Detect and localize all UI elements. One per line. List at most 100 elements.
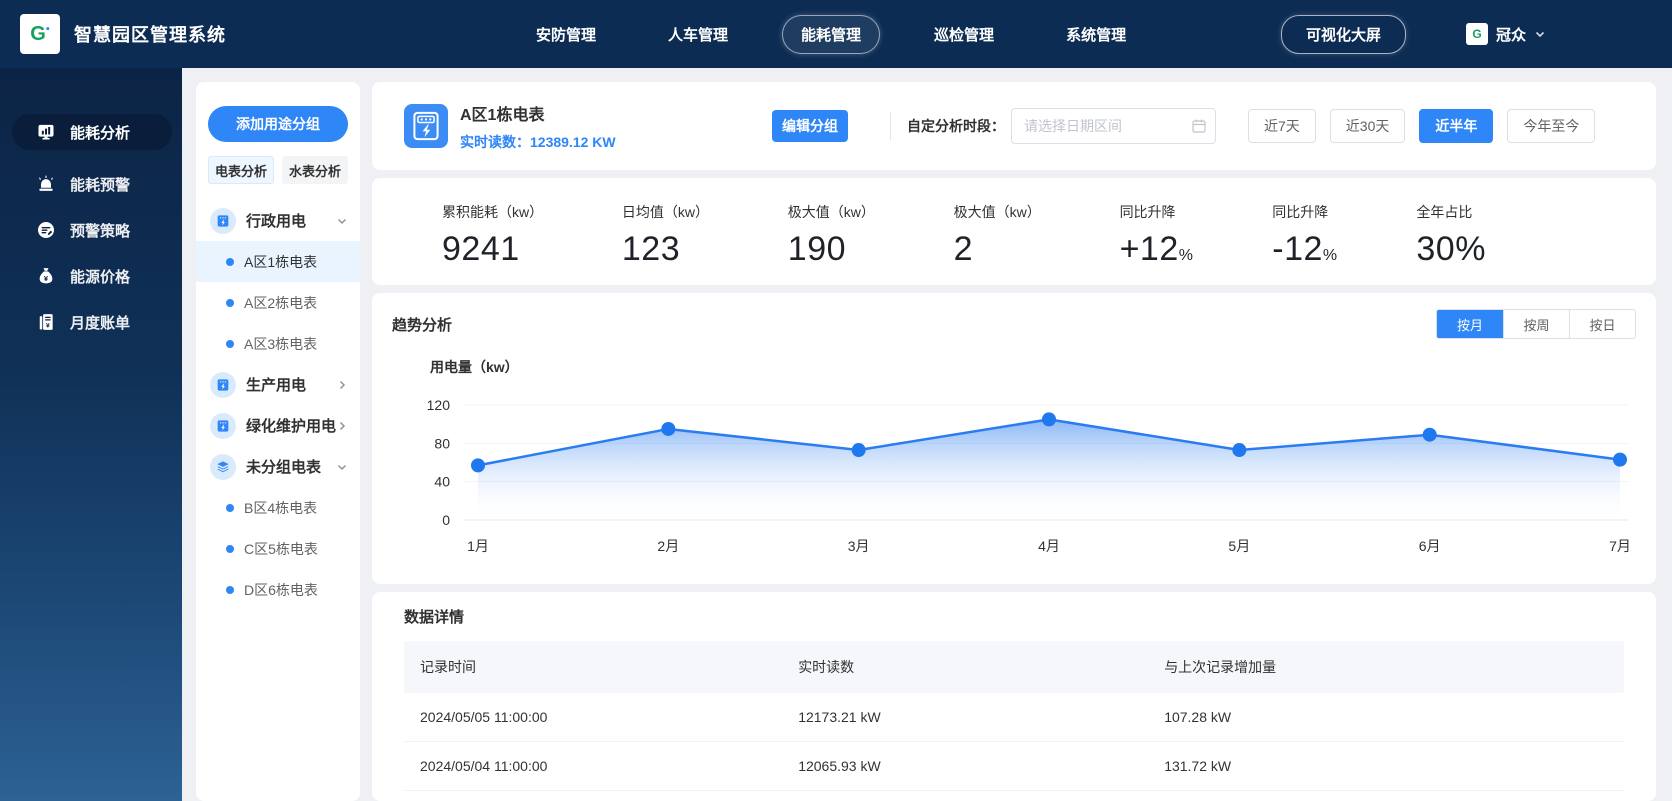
range-buttons: 近7天 近30天 近半年 今年至今 [1248,109,1596,143]
top-nav-item[interactable]: 能耗管理 [782,14,881,54]
meter-item[interactable]: D区6栋电表 [196,569,360,610]
panel-tab[interactable]: 电表分析 [208,156,274,184]
table-row: 2024/05/05 11:00:00 12173.21 kW 107.28 kW [404,693,1624,742]
trend-tab[interactable]: 按月 [1437,310,1503,338]
top-nav-item[interactable]: 安防管理 [518,16,614,53]
date-range-input[interactable] [1011,108,1216,144]
stat-item: 极大值（kw） 190 [788,202,875,269]
svg-text:5月: 5月 [1228,538,1250,554]
stat-label: 同比升降 [1272,204,1329,220]
meter-panel: 添加用途分组 电表分析 水表分析 行政用电 A区1栋电表 A区2栋电表 A区3栋电表 生产… [196,82,360,801]
meter-reading: 实时读数：12389.12 KW [460,132,710,152]
table-cell: 107.28 kW [1164,709,1232,725]
meter-item[interactable]: A区2栋电表 [196,282,360,323]
range-button[interactable]: 近7天 [1248,109,1316,143]
sidebar-item[interactable]: 能耗预警 [0,166,182,202]
meter-item[interactable]: C区5栋电表 [196,528,360,569]
range-button[interactable]: 今年至今 [1507,109,1596,143]
trend-card: 趋势分析 按月 按周 按日 用电量（kw） 0 40 80 120 1月 2月 3月 4月 5月 6月… [372,293,1656,584]
meter-tree: 行政用电 A区1栋电表 A区2栋电表 A区3栋电表 生产用电绿化维护用电 未分组电表 B区4… [196,200,360,610]
meter-group[interactable]: 生产用电 [196,364,360,405]
data-point[interactable] [851,443,866,458]
stats-card: 累积能耗（kw） 9241 日均值（kw） 123 极大值（kw） 190 极大值（kw） 2… [372,178,1656,285]
chevron-down-icon [1534,28,1546,40]
data-point[interactable] [661,421,676,436]
stat-item: 累积能耗（kw） 9241 [442,202,543,269]
trend-chart: 0 40 80 120 1月 2月 3月 4月 5月 6月 7月 [427,397,1631,554]
table-cell: 131.72 kW [1164,758,1232,774]
stat-label: 日均值（kw） [621,204,710,220]
table-cell: 12065.93 kW [798,758,881,774]
meter-header-card: A区1栋电表 实时读数：12389.12 KW 编辑分组 自定分析时段： 近7天… [372,82,1656,170]
user-menu[interactable]: G 冠众 [1465,23,1546,45]
range-button[interactable]: 近30天 [1329,109,1406,143]
dot-icon [226,503,234,512]
sidebar-item[interactable]: 预警策略 [0,212,182,248]
meter-group[interactable]: 行政用电 [196,200,360,241]
strategy-icon [36,220,56,240]
table-cell: 2024/05/05 11:00:00 [420,709,548,725]
svg-text:3月: 3月 [848,538,870,554]
table-header-cell: 记录时间 [420,659,476,675]
edit-group-button[interactable]: 编辑分组 [772,110,848,142]
avatar: G [1465,23,1488,45]
meter-item[interactable]: A区1栋电表 [196,241,360,282]
meter-item-label: A区3栋电表 [244,335,318,352]
meter-item[interactable]: A区3栋电表 [196,323,360,364]
meter-group[interactable]: 未分组电表 [196,446,360,487]
svg-text:2月: 2月 [657,538,679,554]
sidebar-item-label: 能耗分析 [70,124,131,142]
trend-tabs: 按月 按周 按日 [1436,309,1636,339]
sidebar: 能耗分析能耗预警预警策略 ¥ 能源价格 ¥ 月度账单 [0,68,182,801]
svg-text:80: 80 [434,435,450,451]
top-nav-item[interactable]: 人车管理 [650,16,746,53]
meter-group-label: 生产用电 [246,377,307,394]
chart-y-axis-label: 用电量（kw） [430,359,519,375]
stat-label: 同比升降 [1119,204,1176,220]
data-point[interactable] [1422,427,1437,442]
stat-label: 极大值（kw） [953,204,1041,220]
user-name: 冠众 [1495,26,1526,44]
data-point[interactable] [1613,452,1627,467]
top-nav-item[interactable]: 巡检管理 [916,16,1012,53]
topbar-right: 可视化大屏 G 冠众 [1280,14,1672,54]
stat-suffix: % [1322,247,1338,264]
meter-item-label: A区2栋电表 [244,294,318,311]
panel-tab[interactable]: 水表分析 [282,156,348,184]
trend-tab[interactable]: 按周 [1503,310,1569,338]
meter-group-label: 未分组电表 [246,459,322,476]
stat-item: 同比升降 -12% [1272,202,1337,269]
price-icon: ¥ [36,266,56,286]
chevron-right-icon [336,379,348,391]
table-title: 数据详情 [404,609,465,626]
table-row: 2024/05/04 11:00:00 12065.93 kW 131.72 kW [404,742,1624,791]
data-point[interactable] [471,458,485,473]
meter-icon [210,371,236,398]
sidebar-item[interactable]: 能耗分析 [12,114,172,150]
range-button[interactable]: 近半年 [1419,109,1494,143]
dot-icon [226,257,234,266]
bill-icon: ¥ [36,312,56,332]
data-point[interactable] [1232,443,1247,458]
trend-title: 趋势分析 [392,316,453,334]
meter-item[interactable]: B区4栋电表 [196,487,360,528]
add-group-button[interactable]: 添加用途分组 [208,106,348,142]
meter-item-label: D区6栋电表 [244,581,318,598]
sidebar-item[interactable]: ¥ 月度账单 [0,304,182,340]
meter-group-label: 绿化维护用电 [246,418,337,435]
svg-text:0: 0 [442,512,450,528]
trend-tab[interactable]: 按日 [1569,310,1635,338]
meter-item-label: B区4栋电表 [244,499,318,516]
svg-text:1月: 1月 [467,538,489,554]
meter-group[interactable]: 绿化维护用电 [196,405,360,446]
alarm-icon [36,174,56,194]
big-screen-button[interactable]: 可视化大屏 [1280,14,1406,54]
data-point[interactable] [1042,412,1056,427]
stat-label: 累积能耗（kw） [442,204,544,220]
stat-item: 全年占比 30% [1416,202,1486,269]
chevron-right-icon [336,420,348,432]
sidebar-item[interactable]: ¥ 能源价格 [0,258,182,294]
data-table-card: 数据详情 记录时间 实时读数 与上次记录增加量 2024/05/05 11:00:0… [372,592,1656,801]
meter-info: A区1栋电表 实时读数：12389.12 KW [460,101,710,152]
top-nav-item[interactable]: 系统管理 [1048,16,1144,53]
